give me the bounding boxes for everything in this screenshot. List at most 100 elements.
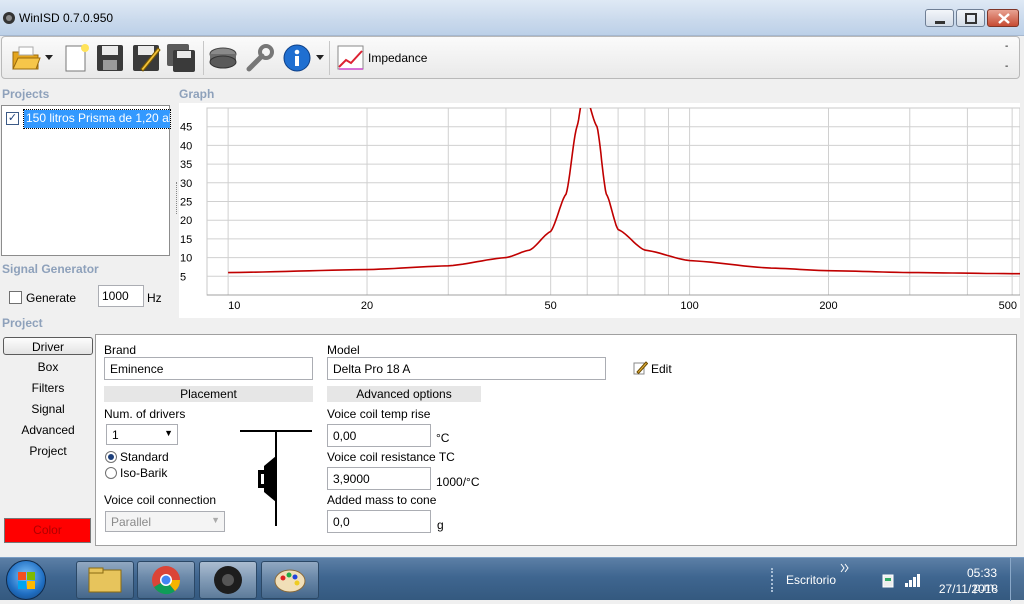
impedance-chart: 5 10 15 20 25 30 35 40 45 10 20 50 100 200 500 xyxy=(180,107,1020,312)
vc-connection-select[interactable]: Parallel ▼ xyxy=(105,511,225,532)
nav-advanced[interactable]: Advanced xyxy=(3,421,93,439)
taskbar-winisd[interactable] xyxy=(199,561,257,599)
model-field[interactable]: Delta Pro 18 A xyxy=(327,357,606,380)
y-tick-label: 15 xyxy=(180,234,192,246)
action-center-icon[interactable] xyxy=(881,573,895,589)
y-tick-label: 20 xyxy=(180,215,192,227)
save-icon[interactable] xyxy=(95,43,125,73)
restore-icon xyxy=(965,13,977,24)
open-dropdown-arrow-icon[interactable] xyxy=(45,55,53,61)
num-drivers-value: 1 xyxy=(112,428,119,442)
network-signal-icon[interactable] xyxy=(904,573,922,587)
nav-box[interactable]: Box xyxy=(3,358,93,376)
x-tick-labels: 10 20 50 100 200 500 xyxy=(207,294,1020,312)
y-tick-label: 40 xyxy=(180,140,192,152)
info-icon[interactable] xyxy=(282,43,312,73)
taskbar-explorer[interactable] xyxy=(76,561,134,599)
show-desktop-button[interactable] xyxy=(1010,558,1024,601)
y-tick-label: 25 xyxy=(180,197,192,209)
speaker-icon xyxy=(214,566,242,594)
restore-button[interactable] xyxy=(956,9,985,27)
chrome-icon xyxy=(152,566,181,595)
added-mass-unit: g xyxy=(437,518,444,532)
wrench-settings-icon[interactable] xyxy=(245,43,275,73)
paint-palette-icon xyxy=(274,569,306,593)
info-dropdown-arrow-icon[interactable] xyxy=(316,55,324,61)
y-tick-label: 30 xyxy=(180,178,192,190)
color-button[interactable]: Color xyxy=(4,518,91,543)
brand-field[interactable]: Eminence xyxy=(104,357,313,380)
driver-placement-diagram xyxy=(240,430,312,526)
vc-resistance-tc-unit: 1000/°C xyxy=(436,475,480,489)
graph-caption: Graph xyxy=(179,87,215,101)
model-label: Model xyxy=(327,343,360,357)
x-tick-label: 200 xyxy=(819,300,837,312)
generate-label: Generate xyxy=(26,291,77,305)
brand-label: Brand xyxy=(104,343,137,357)
project-caption: Project xyxy=(2,316,43,330)
minimize-icon xyxy=(935,21,945,24)
taskbar-paint[interactable] xyxy=(261,561,319,599)
driver-speaker-icon[interactable] xyxy=(208,43,238,73)
toolbar-dash-top: - xyxy=(1005,41,1009,52)
vc-temp-rise-field[interactable]: 0,00 xyxy=(327,424,431,447)
y-tick-label: 10 xyxy=(180,253,192,265)
chevron-down-icon: ▼ xyxy=(211,515,220,525)
x-tick-label: 50 xyxy=(545,300,557,312)
taskbar-chrome[interactable] xyxy=(137,561,195,599)
minimize-button[interactable] xyxy=(925,9,954,27)
toolbar-dash-bottom: - xyxy=(1005,61,1009,72)
vc-temp-rise-unit: °C xyxy=(436,431,450,445)
frequency-input[interactable]: 1000 xyxy=(98,285,144,307)
isobarik-radio[interactable] xyxy=(105,467,117,479)
chevron-down-icon: ▼ xyxy=(164,428,173,438)
added-mass-label: Added mass to cone xyxy=(327,493,437,507)
new-document-icon[interactable] xyxy=(61,43,91,73)
desktop-toolbar-label[interactable]: Escritorio xyxy=(786,573,836,587)
edit-label[interactable]: Edit xyxy=(651,362,672,376)
folder-icon xyxy=(88,567,122,593)
isobarik-label: Iso-Barik xyxy=(120,466,168,480)
nav-project[interactable]: Project xyxy=(3,442,93,460)
project-name[interactable]: 150 litros Prisma de 1,20 alt xyxy=(23,109,171,129)
frequency-unit: Hz xyxy=(147,291,162,305)
project-checkbox[interactable]: ✓ xyxy=(6,112,19,125)
toolbar-grip[interactable] xyxy=(771,568,775,592)
start-button[interactable] xyxy=(6,560,46,600)
x-tick-label: 500 xyxy=(999,300,1017,312)
num-drivers-label: Num. of drivers xyxy=(104,407,186,421)
projects-list[interactable]: ✓ 150 litros Prisma de 1,20 alt xyxy=(1,105,171,256)
num-drivers-select[interactable]: 1 ▼ xyxy=(106,424,178,445)
y-tick-label: 35 xyxy=(180,159,192,171)
standard-radio[interactable] xyxy=(105,451,117,463)
impedance-graph[interactable]: 5 10 15 20 25 30 35 40 45 10 20 50 100 200 500 xyxy=(179,103,1020,318)
vc-resistance-tc-label: Voice coil resistance TC xyxy=(327,450,455,464)
chevron-right-icon[interactable] xyxy=(840,563,850,573)
nav-filters[interactable]: Filters xyxy=(3,379,93,397)
signal-generator-caption: Signal Generator xyxy=(2,262,99,276)
vc-connection-value: Parallel xyxy=(111,515,152,529)
generate-checkbox[interactable] xyxy=(9,291,22,304)
nav-driver[interactable]: Driver xyxy=(3,337,93,355)
close-button[interactable] xyxy=(987,9,1019,27)
project-list-item[interactable]: ✓ 150 litros Prisma de 1,20 alt xyxy=(6,109,171,129)
save-all-icon[interactable] xyxy=(166,43,196,73)
vc-resistance-tc-field[interactable]: 3,9000 xyxy=(327,467,431,490)
app-speaker-icon xyxy=(3,12,15,24)
y-tick-label: 45 xyxy=(180,122,192,134)
open-folder-icon[interactable] xyxy=(11,43,41,73)
nav-signal[interactable]: Signal xyxy=(3,400,93,418)
save-as-icon[interactable] xyxy=(131,43,161,73)
toolbar-separator xyxy=(329,41,330,75)
clock-date[interactable]: 27/11/2018 xyxy=(938,582,998,596)
impedance-button-label[interactable]: Impedance xyxy=(368,51,427,65)
vc-temp-rise-label: Voice coil temp rise xyxy=(327,407,431,421)
standard-label: Standard xyxy=(120,450,169,464)
toolbar: Impedance - - xyxy=(1,36,1020,79)
y-tick-labels: 5 10 15 20 25 30 35 40 45 xyxy=(180,122,192,284)
edit-pencil-icon[interactable] xyxy=(633,360,648,375)
impedance-graph-icon[interactable] xyxy=(336,43,366,73)
x-tick-label: 10 xyxy=(228,300,240,312)
added-mass-field[interactable]: 0,0 xyxy=(327,510,431,533)
projects-caption: Projects xyxy=(2,87,50,101)
